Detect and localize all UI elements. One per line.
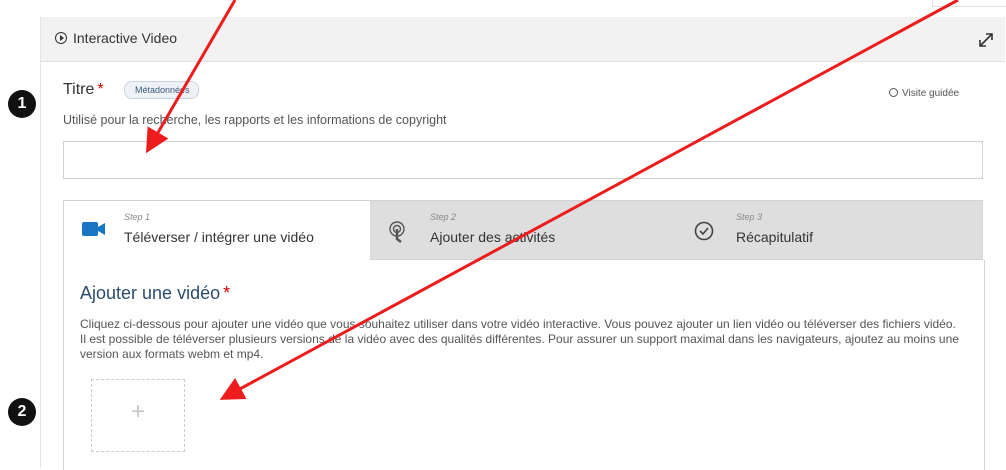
required-mark: * — [223, 283, 231, 303]
tab-step-number: Step 2 — [430, 212, 457, 222]
tab-step-number: Step 3 — [736, 212, 763, 222]
expand-icon[interactable] — [977, 31, 995, 49]
play-circle-icon — [55, 32, 67, 44]
check-circle-icon — [694, 221, 714, 241]
plus-icon: + — [130, 398, 145, 425]
interactive-video-editor: Interactive Video Titre * Métadonnées Vis… — [40, 17, 1005, 470]
tab-label: Téléverser / intégrer une vidéo — [124, 229, 314, 245]
metadata-button[interactable]: Métadonnées — [124, 81, 199, 99]
add-video-heading: Ajouter une vidéo * — [80, 283, 231, 303]
tour-icon — [889, 88, 898, 97]
required-mark: * — [97, 81, 104, 98]
tab-step-1[interactable]: Step 1 Téléverser / intégrer une vidéo — [64, 201, 370, 263]
title-input[interactable] — [63, 141, 983, 179]
step-marker-2: 2 — [8, 398, 36, 426]
add-video-description: Cliquez ci-dessous pour ajouter une vidé… — [80, 317, 959, 361]
editor-title: Interactive Video — [73, 30, 178, 46]
editor-header: Interactive Video — [41, 17, 1005, 62]
tab-step-3[interactable]: Step 3 Récapitulatif — [676, 201, 982, 260]
title-description: Utilisé pour la recherche, les rapports … — [63, 113, 447, 127]
step-tabs: Step 1 Téléverser / intégrer une vidéo S… — [63, 200, 983, 263]
tab-label: Récapitulatif — [736, 229, 814, 245]
guided-tour-link[interactable]: Visite guidée — [889, 88, 959, 99]
touch-icon — [389, 221, 405, 243]
video-camera-icon — [82, 222, 105, 236]
tab-label: Ajouter des activités — [430, 229, 556, 245]
title-label: Titre * — [63, 81, 104, 98]
tab-step-number: Step 1 — [124, 212, 151, 222]
step-content: Ajouter une vidéo * Cliquez ci-dessous po… — [63, 260, 985, 470]
step-marker-1: 1 — [8, 90, 36, 118]
add-video-button[interactable]: + — [91, 379, 185, 452]
top-right-frame — [932, 0, 1006, 7]
tab-step-2[interactable]: Step 2 Ajouter des activités — [370, 201, 676, 260]
